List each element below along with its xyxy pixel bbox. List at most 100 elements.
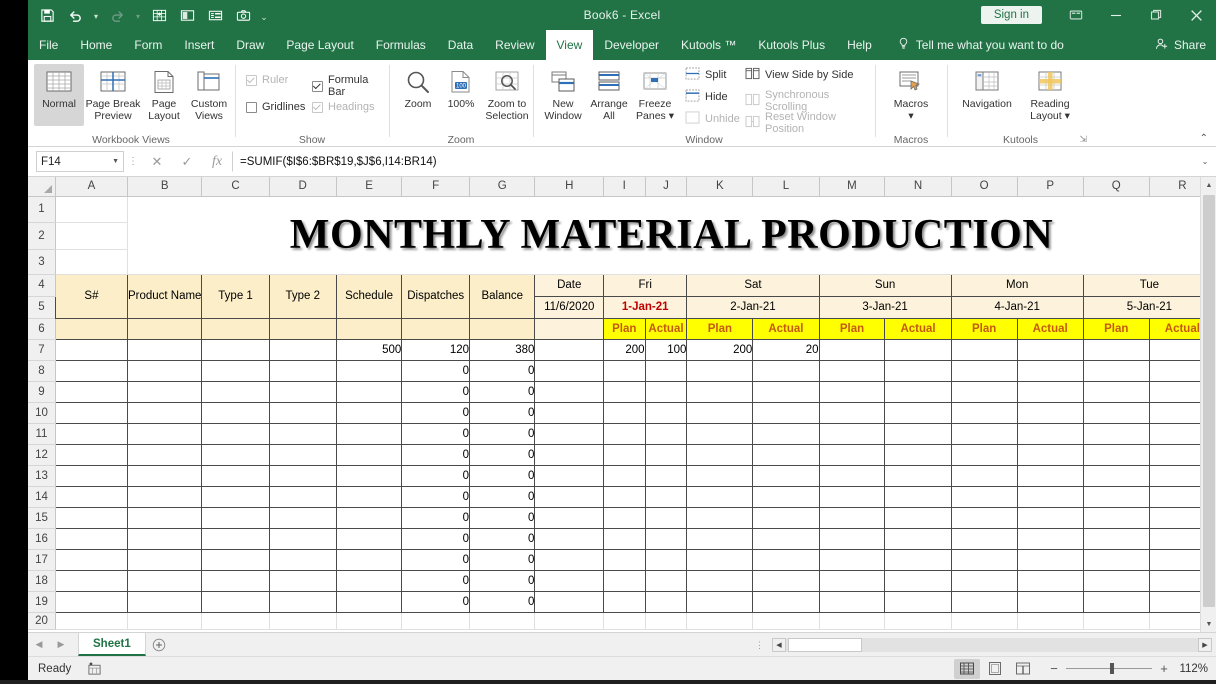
header-weekday-sat[interactable]: Sat <box>686 273 820 297</box>
cell-m13[interactable] <box>818 464 886 487</box>
new-window-button[interactable]: New Window <box>540 64 586 126</box>
column-header-h[interactable]: H <box>534 177 604 197</box>
row-header-20[interactable]: 20 <box>28 612 56 630</box>
cell-n20[interactable] <box>884 612 952 630</box>
header-product-name[interactable]: Product Name <box>126 273 203 319</box>
header-schedule[interactable]: Schedule <box>335 273 403 319</box>
cell-schedule-17[interactable] <box>335 548 403 571</box>
kutools-icon[interactable] <box>146 2 172 28</box>
cell-balance-19[interactable]: 0 <box>469 590 536 613</box>
cell-schedule-10[interactable] <box>335 401 403 424</box>
cell-k17[interactable] <box>686 548 754 571</box>
cell-sn-10[interactable] <box>54 401 128 424</box>
cell-d6[interactable] <box>268 317 337 340</box>
cell-m20[interactable] <box>819 612 886 630</box>
cell-schedule-19[interactable] <box>335 590 403 613</box>
redo-icon[interactable] <box>104 2 130 28</box>
cell-product-7[interactable] <box>126 338 203 361</box>
name-box[interactable]: F14 ▼ <box>36 151 124 172</box>
cell-schedule-11[interactable] <box>335 422 403 445</box>
insert-function-icon[interactable]: fx <box>202 151 232 173</box>
cell-type1-11[interactable] <box>201 422 270 445</box>
header-date-sat[interactable]: 2-Jan-21 <box>686 295 820 319</box>
cell-type2-7[interactable] <box>268 338 337 361</box>
cell-type1-15[interactable] <box>201 506 270 529</box>
cell-n12[interactable] <box>884 443 952 466</box>
cell-l17[interactable] <box>752 548 820 571</box>
cell-product-17[interactable] <box>126 548 203 571</box>
cell-k8[interactable] <box>686 359 754 382</box>
form-icon[interactable] <box>202 2 228 28</box>
column-header-f[interactable]: F <box>401 177 471 197</box>
header-date-tue[interactable]: 5-Jan-21 <box>1082 295 1216 319</box>
cell-type1-9[interactable] <box>201 380 270 403</box>
cell-dispatches-11[interactable]: 0 <box>401 422 471 445</box>
scroll-up-icon[interactable]: ▲ <box>1201 177 1216 193</box>
cell-l9[interactable] <box>752 380 820 403</box>
row-header-19[interactable]: 19 <box>28 591 56 613</box>
column-header-m[interactable]: M <box>819 177 886 197</box>
cell-k20[interactable] <box>686 612 754 630</box>
cell-actual-sat-7[interactable]: 20 <box>752 338 820 361</box>
cell-sn-15[interactable] <box>54 506 128 529</box>
cell-dispatches-13[interactable]: 0 <box>401 464 471 487</box>
redo-dropdown-caret-icon[interactable]: ▾ <box>132 2 144 28</box>
cell-schedule-18[interactable] <box>335 569 403 592</box>
zoom-thumb[interactable] <box>1110 663 1114 674</box>
header-date-mon[interactable]: 4-Jan-21 <box>950 295 1084 319</box>
zoom-to-selection-button[interactable]: Zoom to Selection <box>482 64 532 126</box>
cell-type1-16[interactable] <box>201 527 270 550</box>
header-plan-fri[interactable]: Plan <box>602 317 646 340</box>
tab-home[interactable]: Home <box>69 30 123 60</box>
cell-b20[interactable] <box>127 612 203 630</box>
tab-file[interactable]: File <box>28 30 69 60</box>
cell-h15[interactable] <box>534 506 604 529</box>
horizontal-scroll-thumb[interactable] <box>788 637 862 652</box>
cell-dispatches-15[interactable]: 0 <box>401 506 471 529</box>
scroll-down-icon[interactable]: ▼ <box>1201 616 1216 632</box>
cell-type2-16[interactable] <box>268 527 337 550</box>
tab-form[interactable]: Form <box>123 30 173 60</box>
cell-i8[interactable] <box>602 359 646 382</box>
tab-kutools-plus[interactable]: Kutools Plus <box>747 30 836 60</box>
cell-p19[interactable] <box>1016 590 1084 613</box>
cell-q16[interactable] <box>1082 527 1150 550</box>
cell-m9[interactable] <box>818 380 886 403</box>
cell-q20[interactable] <box>1083 612 1150 630</box>
chevron-down-icon[interactable]: ▼ <box>112 158 119 165</box>
cell-product-16[interactable] <box>126 527 203 550</box>
cell-dispatches-12[interactable]: 0 <box>401 443 471 466</box>
cell-q8[interactable] <box>1082 359 1150 382</box>
cell-m8[interactable] <box>818 359 886 382</box>
cell-c20[interactable] <box>201 612 270 630</box>
cell-l18[interactable] <box>752 569 820 592</box>
cell-j8[interactable] <box>644 359 688 382</box>
cell-j18[interactable] <box>644 569 688 592</box>
cell-f6[interactable] <box>401 317 471 340</box>
cell-schedule-7[interactable]: 500 <box>335 338 403 361</box>
cell-product-9[interactable] <box>126 380 203 403</box>
row-header-15[interactable]: 15 <box>28 507 56 529</box>
horizontal-scrollbar[interactable]: ◀ ▶ <box>772 637 1212 652</box>
cell-l16[interactable] <box>752 527 820 550</box>
cell-product-18[interactable] <box>126 569 203 592</box>
cell-schedule-12[interactable] <box>335 443 403 466</box>
row-header-16[interactable]: 16 <box>28 528 56 550</box>
zoom-in-button[interactable]: + <box>1158 661 1170 676</box>
cell-p18[interactable] <box>1016 569 1084 592</box>
cell-j19[interactable] <box>644 590 688 613</box>
cell-e6[interactable] <box>335 317 403 340</box>
cell-plan-tue-7[interactable] <box>1082 338 1150 361</box>
cell-m17[interactable] <box>818 548 886 571</box>
row-header-3[interactable]: 3 <box>28 249 56 275</box>
cell-h19[interactable] <box>534 590 604 613</box>
cell-j9[interactable] <box>644 380 688 403</box>
expand-formula-bar-icon[interactable]: ⌄ <box>1194 157 1216 166</box>
cell-k18[interactable] <box>686 569 754 592</box>
cell-i16[interactable] <box>602 527 646 550</box>
tab-kutools[interactable]: Kutools ™ <box>670 30 747 60</box>
cell-i11[interactable] <box>602 422 646 445</box>
cell-product-19[interactable] <box>126 590 203 613</box>
tab-view[interactable]: View <box>545 30 594 60</box>
cell-balance-18[interactable]: 0 <box>469 569 536 592</box>
